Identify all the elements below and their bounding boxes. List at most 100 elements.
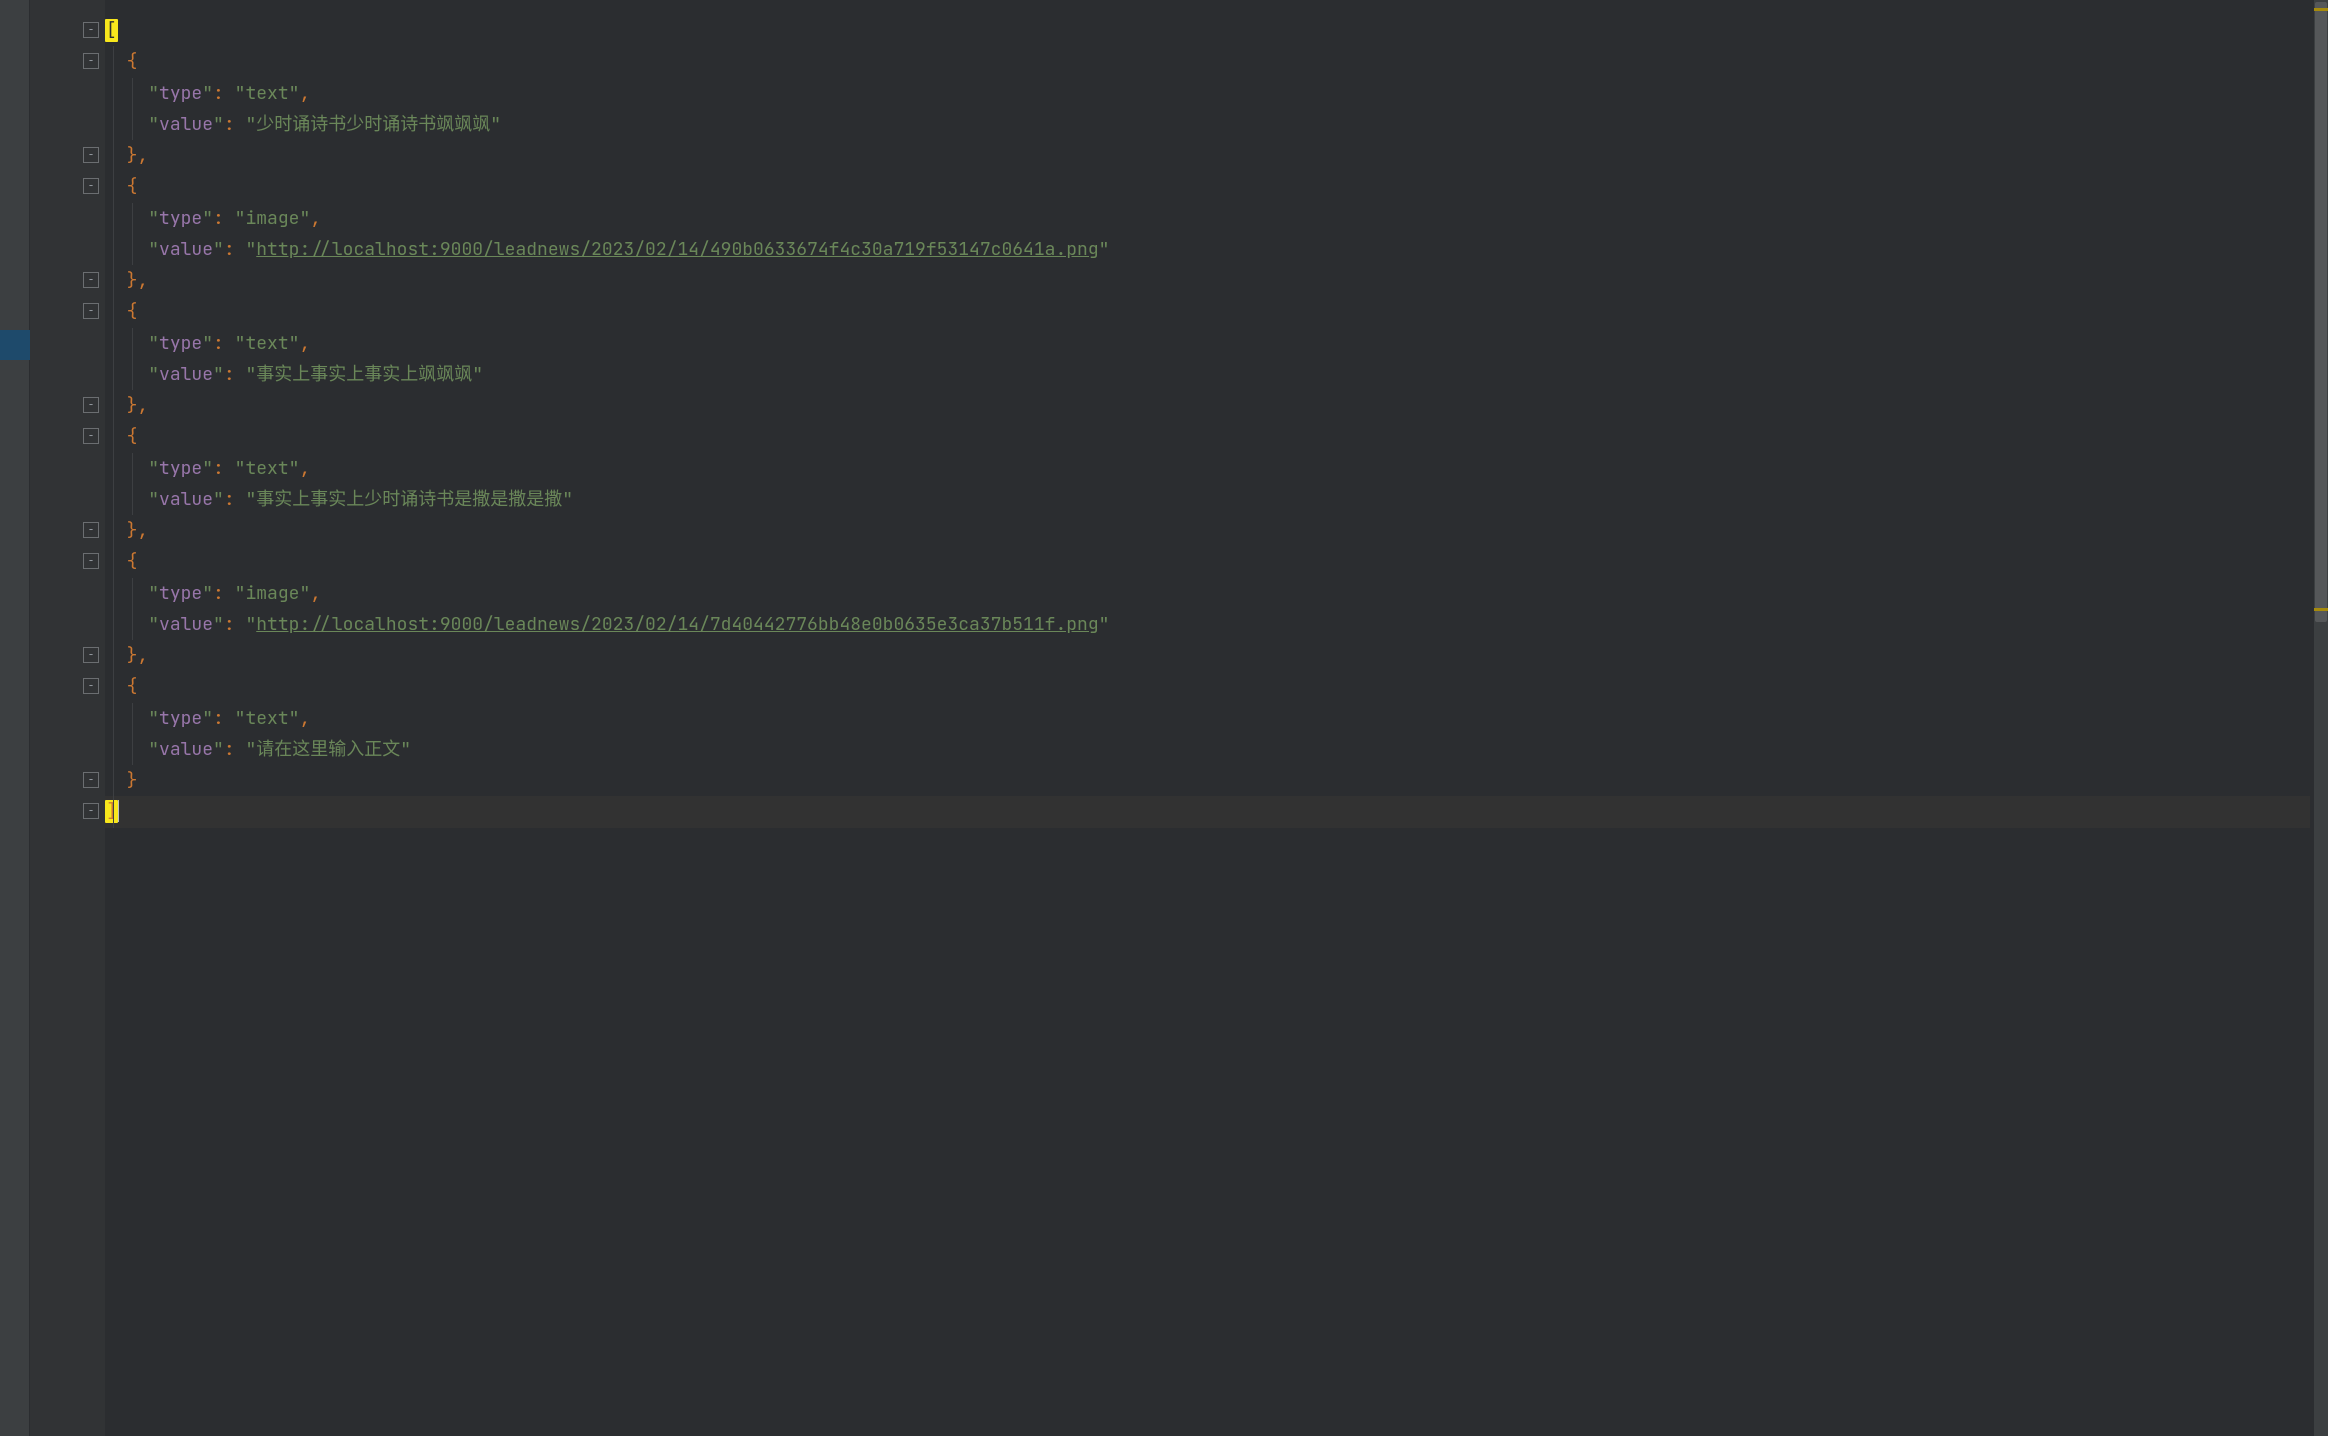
- json-string-quote: ": [1099, 613, 1110, 636]
- code-line[interactable]: "type": "image",: [105, 578, 2310, 609]
- colon: :: [224, 113, 246, 136]
- colon: :: [224, 613, 246, 636]
- fold-gutter[interactable]: − − − − − − − − − − − − − −: [83, 0, 107, 1436]
- code-line[interactable]: "value": "少时诵诗书少时诵诗书飒飒飒": [105, 109, 2310, 140]
- code-line[interactable]: {: [105, 546, 2310, 577]
- json-key: type: [159, 82, 202, 105]
- json-key: type: [159, 207, 202, 230]
- code-line[interactable]: },: [105, 390, 2310, 421]
- tool-window-tab-active[interactable]: [0, 330, 30, 360]
- code-line[interactable]: "type": "text",: [105, 703, 2310, 734]
- code-line[interactable]: "type": "text",: [105, 453, 2310, 484]
- fold-toggle-icon[interactable]: −: [83, 53, 99, 69]
- json-string-value: "text": [235, 457, 300, 480]
- code-line[interactable]: {: [105, 171, 2310, 202]
- fold-toggle-icon[interactable]: −: [83, 178, 99, 194]
- code-editor[interactable]: [ { "type": "text", "value": "少时诵诗书少时诵诗书…: [105, 0, 2310, 1436]
- code-line[interactable]: "value": "事实上事实上少时诵诗书是撒是撒是撒": [105, 484, 2310, 515]
- json-string-value: "请在这里输入正文": [245, 738, 411, 761]
- json-string-quote: ": [1099, 238, 1110, 261]
- fold-toggle-icon[interactable]: −: [83, 397, 99, 413]
- open-brace: {: [127, 175, 138, 198]
- scroll-marker[interactable]: [2314, 8, 2328, 11]
- fold-toggle-icon[interactable]: −: [83, 428, 99, 444]
- json-key-quote: ": [213, 738, 224, 761]
- json-string-value: "text": [235, 82, 300, 105]
- json-string-quote: ": [245, 238, 256, 261]
- json-key-quote: ": [202, 82, 213, 105]
- json-key-quote: ": [148, 207, 159, 230]
- fold-toggle-icon[interactable]: −: [83, 522, 99, 538]
- text-caret: [118, 800, 120, 822]
- json-key-quote: ": [213, 363, 224, 386]
- json-key: type: [159, 457, 202, 480]
- json-key-quote: ": [213, 613, 224, 636]
- open-brace: {: [127, 300, 138, 323]
- json-string-value: "image": [235, 207, 311, 230]
- json-key-quote: ": [202, 582, 213, 605]
- code-line[interactable]: {: [105, 46, 2310, 77]
- code-line[interactable]: "type": "text",: [105, 328, 2310, 359]
- code-line[interactable]: [: [105, 15, 2310, 46]
- code-line[interactable]: "type": "image",: [105, 203, 2310, 234]
- json-key: value: [159, 613, 213, 636]
- fold-toggle-icon[interactable]: −: [83, 303, 99, 319]
- json-key-quote: ": [213, 488, 224, 511]
- close-brace: }: [127, 394, 138, 417]
- code-line[interactable]: }: [105, 765, 2310, 796]
- comma: ,: [310, 207, 321, 230]
- open-brace: {: [127, 550, 138, 573]
- open-brace: {: [127, 675, 138, 698]
- code-line[interactable]: },: [105, 265, 2310, 296]
- fold-toggle-icon[interactable]: −: [83, 647, 99, 663]
- comma: ,: [299, 707, 310, 730]
- code-line[interactable]: },: [105, 140, 2310, 171]
- code-line[interactable]: ]: [105, 796, 2310, 827]
- code-line[interactable]: {: [105, 671, 2310, 702]
- json-key-quote: ": [148, 582, 159, 605]
- close-brace: }: [127, 644, 138, 667]
- colon: :: [224, 488, 246, 511]
- json-string-value: "text": [235, 332, 300, 355]
- comma: ,: [299, 457, 310, 480]
- json-key-quote: ": [148, 488, 159, 511]
- code-line[interactable]: "value": "http://localhost:9000/leadnews…: [105, 234, 2310, 265]
- scroll-marker[interactable]: [2314, 608, 2328, 611]
- fold-toggle-icon[interactable]: −: [83, 772, 99, 788]
- colon: :: [224, 363, 246, 386]
- json-key-quote: ": [148, 82, 159, 105]
- code-line[interactable]: "value": "事实上事实上事实上飒飒飒": [105, 359, 2310, 390]
- colon: :: [213, 82, 235, 105]
- json-string-value: "少时诵诗书少时诵诗书飒飒飒": [245, 113, 501, 136]
- comma: ,: [137, 644, 148, 667]
- comma: ,: [137, 519, 148, 542]
- fold-toggle-icon[interactable]: −: [83, 803, 99, 819]
- close-brace: }: [127, 269, 138, 292]
- colon: :: [224, 738, 246, 761]
- code-line[interactable]: "type": "text",: [105, 78, 2310, 109]
- fold-toggle-icon[interactable]: −: [83, 147, 99, 163]
- comma: ,: [299, 332, 310, 355]
- code-line[interactable]: "value": "请在这里输入正文": [105, 734, 2310, 765]
- vertical-scrollbar-thumb[interactable]: [2315, 2, 2327, 622]
- json-url-value[interactable]: http://localhost:9000/leadnews/2023/02/1…: [256, 238, 1098, 261]
- json-url-value[interactable]: http://localhost:9000/leadnews/2023/02/1…: [256, 613, 1098, 636]
- colon: :: [224, 238, 246, 261]
- fold-toggle-icon[interactable]: −: [83, 22, 99, 38]
- json-key: value: [159, 238, 213, 261]
- colon: :: [213, 582, 235, 605]
- tool-window-bar-left[interactable]: [0, 0, 30, 1436]
- json-key-quote: ": [148, 457, 159, 480]
- code-line[interactable]: {: [105, 296, 2310, 327]
- code-line[interactable]: "value": "http://localhost:9000/leadnews…: [105, 609, 2310, 640]
- code-line[interactable]: },: [105, 640, 2310, 671]
- fold-toggle-icon[interactable]: −: [83, 272, 99, 288]
- json-key: type: [159, 332, 202, 355]
- vertical-scrollbar-track[interactable]: [2314, 0, 2328, 1436]
- fold-toggle-icon[interactable]: −: [83, 553, 99, 569]
- comma: ,: [137, 144, 148, 167]
- code-line[interactable]: {: [105, 421, 2310, 452]
- code-line[interactable]: },: [105, 515, 2310, 546]
- fold-toggle-icon[interactable]: −: [83, 678, 99, 694]
- open-brace: {: [127, 425, 138, 448]
